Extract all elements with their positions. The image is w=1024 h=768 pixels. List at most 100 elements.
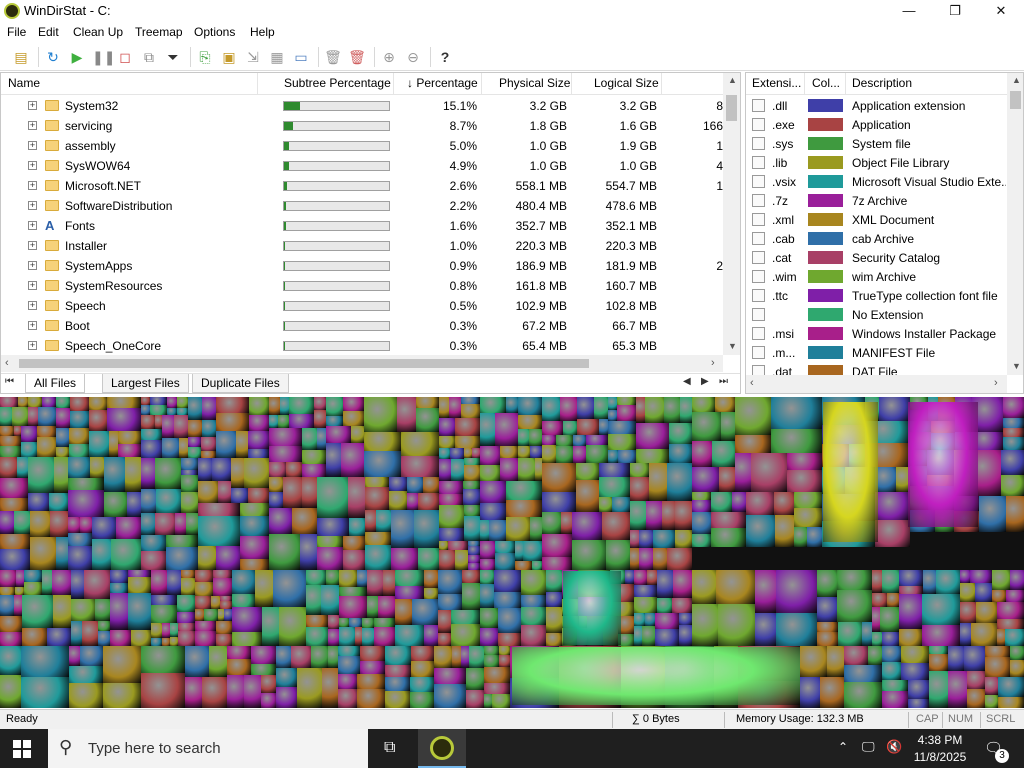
treemap-tile[interactable]: [480, 608, 498, 628]
minimize-button[interactable]: —: [886, 0, 932, 22]
treemap-tile[interactable]: [269, 462, 286, 477]
treemap-tile[interactable]: [746, 492, 774, 515]
treemap-tile[interactable]: [338, 674, 357, 689]
tree-row[interactable]: + servicing 8.7% 1.8 GB 1.6 GB 166: [1, 116, 723, 136]
treemap-tile[interactable]: [594, 397, 608, 419]
treemap-tile[interactable]: [872, 593, 887, 607]
treemap-tile[interactable]: [385, 646, 411, 665]
treemap-tile[interactable]: [391, 548, 418, 570]
treemap-tile[interactable]: [1010, 570, 1024, 590]
treemap-tile[interactable]: [151, 605, 177, 623]
treemap-tile[interactable]: [630, 477, 649, 501]
treemap-tile[interactable]: [0, 646, 21, 675]
extension-row[interactable]: .wim wim Archive: [746, 267, 1008, 286]
treemap-tile[interactable]: [37, 426, 56, 437]
treemap-tile[interactable]: [560, 397, 577, 421]
treemap-tile[interactable]: [326, 397, 343, 416]
treemap-tile[interactable]: [317, 536, 343, 547]
treemap-tile[interactable]: [975, 583, 992, 602]
treemap-tile[interactable]: [495, 413, 518, 446]
treemap-tile[interactable]: [69, 444, 89, 457]
treemap-tile[interactable]: [617, 405, 636, 421]
treemap-tile[interactable]: [188, 437, 201, 447]
treemap-tile[interactable]: [506, 397, 518, 413]
treemap-tile[interactable]: [188, 447, 201, 458]
treemap-tile[interactable]: [195, 621, 216, 631]
treemap-tile[interactable]: [448, 541, 468, 550]
treemap-tile[interactable]: [178, 631, 195, 646]
treemap-tile[interactable]: [351, 426, 364, 443]
treemap-tile[interactable]: [186, 513, 198, 535]
treemap-tile[interactable]: [542, 492, 576, 512]
treemap-tile[interactable]: [116, 517, 141, 539]
treemap-tile[interactable]: [577, 397, 594, 419]
treemap-tile[interactable]: [306, 585, 321, 615]
treemap-tile[interactable]: [341, 443, 364, 477]
treemap-tile[interactable]: [56, 537, 68, 570]
treemap-tile[interactable]: [424, 625, 438, 646]
treemap-tile[interactable]: [466, 668, 484, 690]
extension-horizontal-scrollbar[interactable]: ‹ ›: [746, 375, 1007, 393]
treemap-tile[interactable]: [103, 683, 141, 708]
treemap-tile[interactable]: [339, 587, 367, 596]
treemap-tile[interactable]: [634, 585, 657, 597]
treemap-tile[interactable]: [37, 437, 56, 457]
treemap-tile[interactable]: [385, 691, 410, 708]
treemap-tile[interactable]: [901, 646, 929, 663]
treemap-tile[interactable]: [321, 585, 339, 615]
treemap-tile[interactable]: [389, 491, 407, 510]
treemap-tile[interactable]: [692, 500, 711, 512]
tree-row[interactable]: + Boot 0.3% 67.2 MB 66.7 MB: [1, 316, 723, 336]
tree-row[interactable]: + SystemResources 0.8% 161.8 MB 160.7 MB: [1, 276, 723, 296]
treemap-tile[interactable]: [414, 510, 439, 548]
treemap-tile[interactable]: [175, 513, 186, 535]
treemap-tile[interactable]: [997, 602, 1024, 619]
treemap-tile[interactable]: [360, 661, 385, 674]
first-tab-arrow-icon[interactable]: ⏮: [5, 376, 14, 387]
treemap-tile[interactable]: [30, 537, 56, 570]
treemap-tile[interactable]: [339, 618, 349, 627]
treemap-tile[interactable]: [216, 413, 249, 431]
treemap-tile[interactable]: [542, 435, 556, 445]
extension-row[interactable]: .exe Application: [746, 115, 1008, 134]
expand-icon[interactable]: +: [28, 101, 37, 110]
treemap-tile[interactable]: [439, 550, 455, 570]
treemap-tile[interactable]: [1005, 629, 1024, 646]
treemap-tile[interactable]: [542, 445, 556, 463]
treemap-tile[interactable]: [195, 570, 213, 582]
treemap-tile[interactable]: [38, 407, 56, 426]
treemap-tile[interactable]: [463, 481, 480, 489]
treemap-tile[interactable]: [362, 628, 374, 646]
taskbar-time[interactable]: 4:38 PM: [912, 733, 968, 747]
treemap-tile[interactable]: [521, 625, 546, 646]
treemap-tile[interactable]: [343, 411, 364, 426]
treemap-tile[interactable]: [634, 613, 645, 626]
treemap-tile[interactable]: [195, 596, 211, 609]
treemap-tile[interactable]: [634, 570, 647, 585]
treemap-tile[interactable]: [249, 415, 269, 431]
treemap-tile[interactable]: [711, 528, 746, 547]
treemap-tile[interactable]: [844, 682, 882, 708]
treemap-tile[interactable]: [276, 668, 297, 687]
extension-row[interactable]: .msi Windows Installer Package: [746, 324, 1008, 343]
treemap-tile[interactable]: [261, 693, 276, 708]
treemap-tile[interactable]: [573, 435, 586, 446]
treemap-tile[interactable]: [0, 616, 22, 632]
show-hidden-icons-icon[interactable]: ⌃: [838, 740, 848, 754]
treemap-tile[interactable]: [162, 638, 170, 646]
treemap-tile[interactable]: [542, 512, 561, 534]
treemap-tile[interactable]: [0, 570, 16, 587]
treemap-tile[interactable]: [14, 426, 21, 436]
treemap-tile[interactable]: [518, 458, 535, 481]
treemap-tile[interactable]: [216, 546, 240, 570]
treemap-tile[interactable]: [922, 625, 960, 646]
treemap-tile[interactable]: [28, 397, 42, 407]
treemap-tile[interactable]: [302, 428, 317, 450]
treemap-tile[interactable]: [181, 578, 195, 595]
treemap-tile[interactable]: [461, 404, 480, 418]
treemap-tile[interactable]: [68, 546, 92, 570]
treemap-tile[interactable]: [107, 408, 141, 431]
treemap-tile[interactable]: [838, 622, 862, 646]
treemap-tile[interactable]: [0, 457, 17, 478]
treemap-tile[interactable]: [655, 629, 679, 646]
